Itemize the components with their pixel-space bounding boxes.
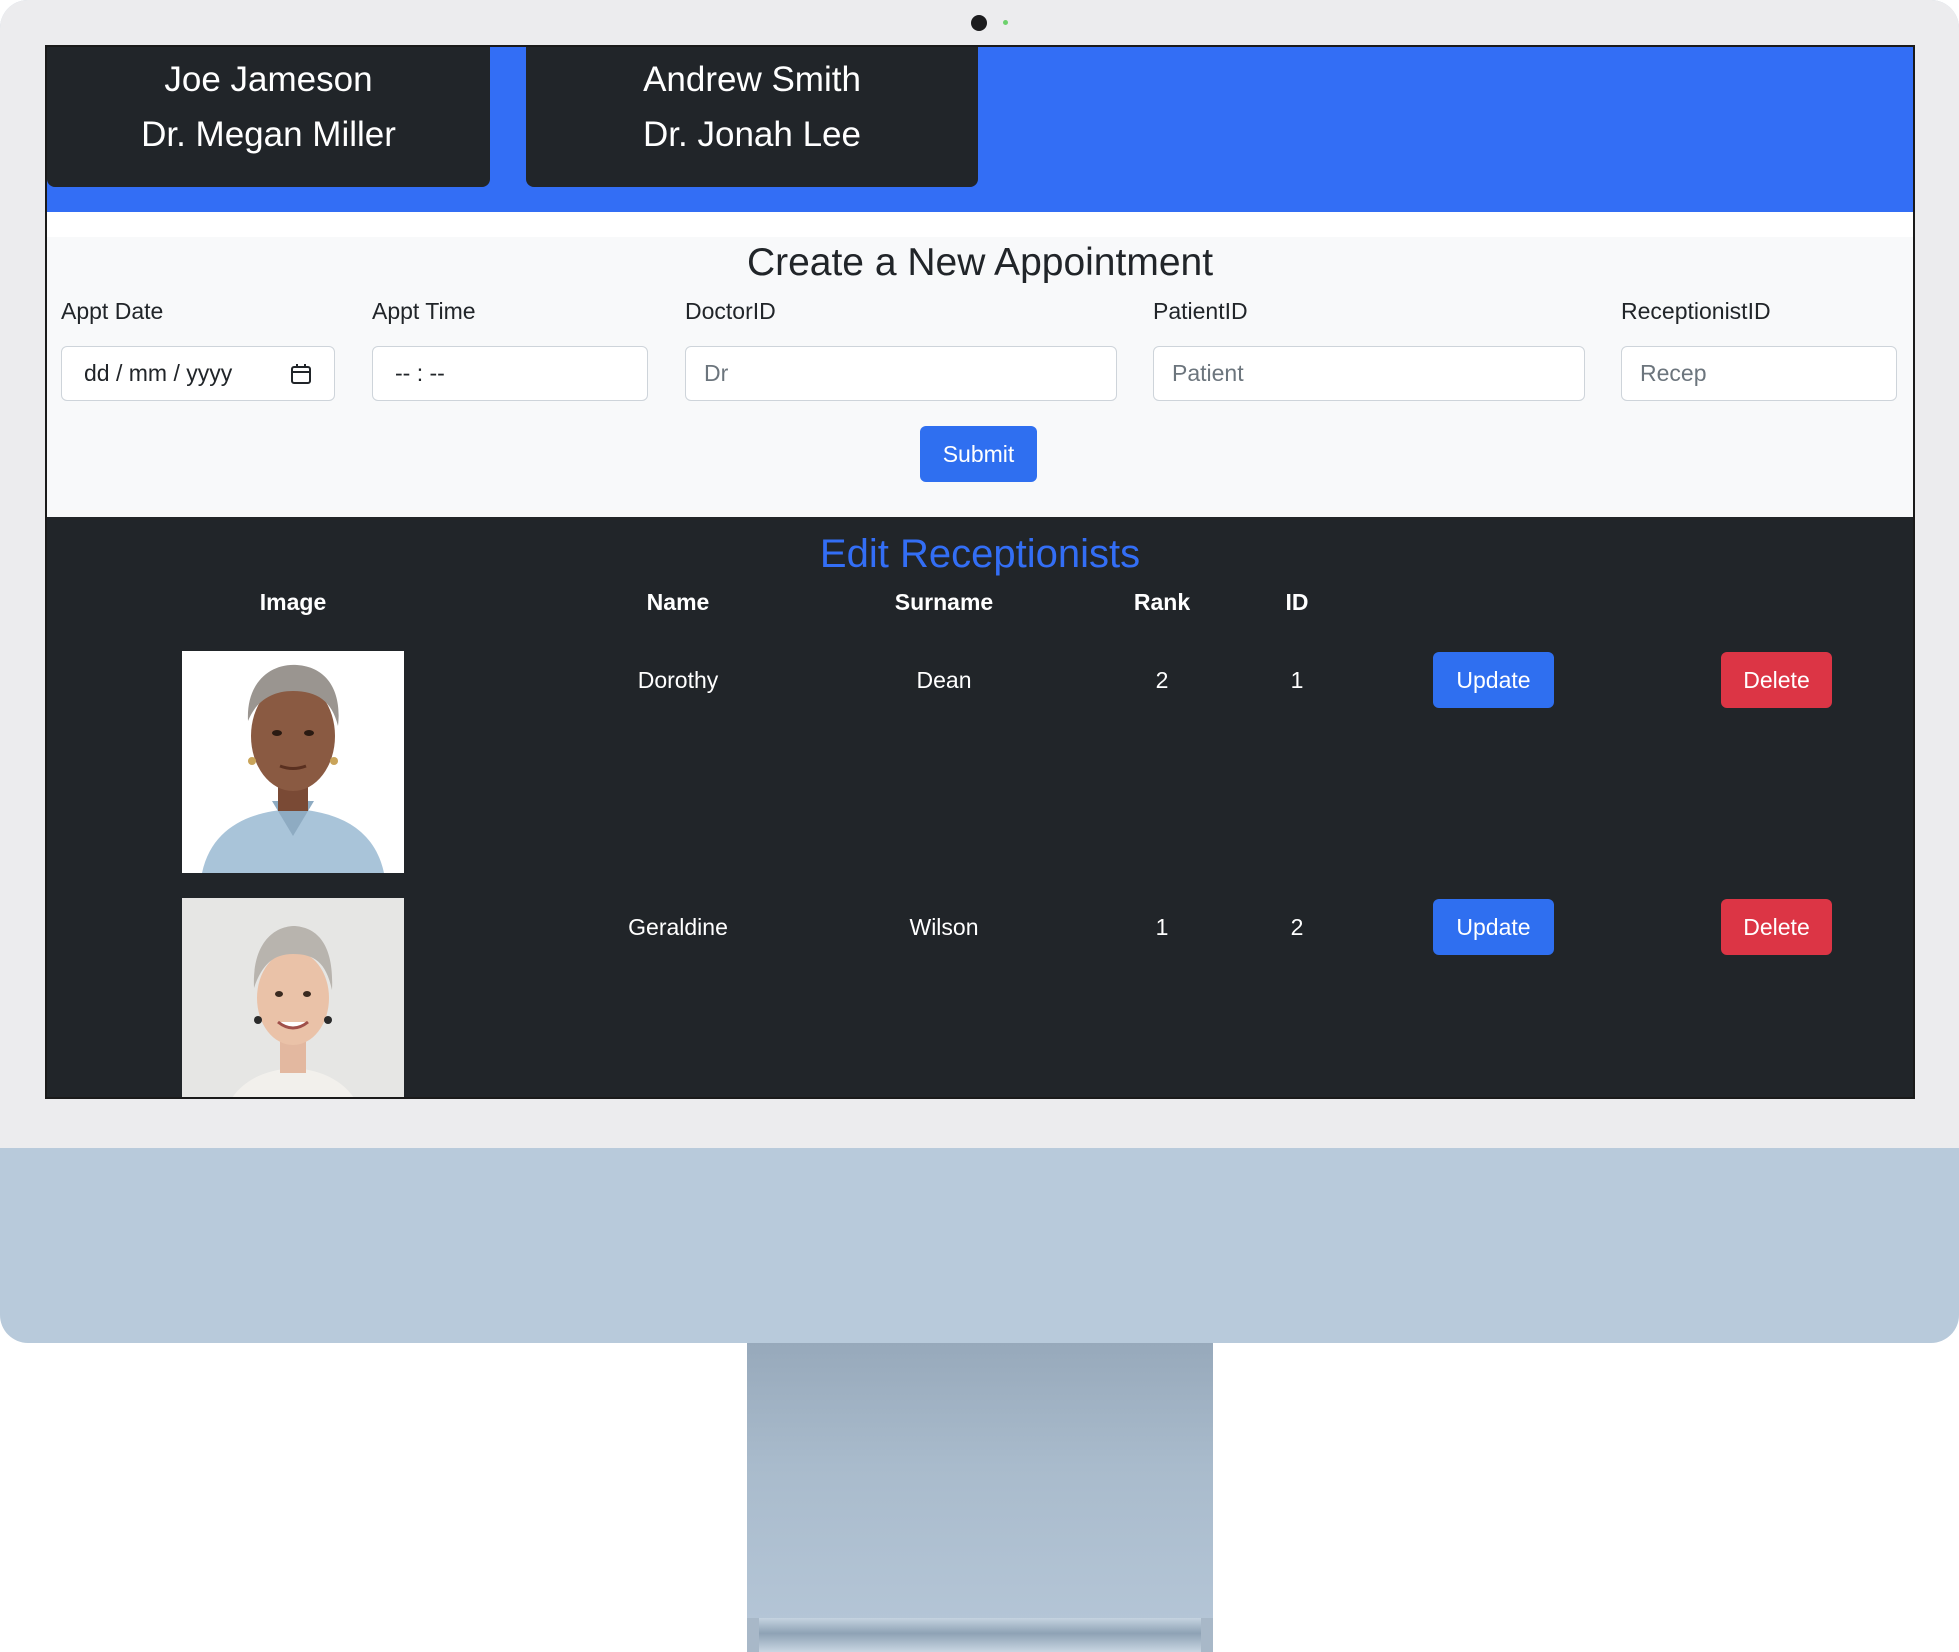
receptionist-surname: Wilson: [909, 914, 979, 940]
update-button[interactable]: Update: [1433, 899, 1554, 955]
receptionist-name: Dorothy: [637, 667, 719, 693]
appt-date-value: dd / mm / yyyy: [84, 360, 233, 386]
patient-id-input[interactable]: [1153, 346, 1585, 401]
appt-date-label: Appt Date: [61, 298, 164, 324]
table-title: Edit Receptionists: [819, 532, 1141, 576]
imac-stand-foot: [747, 1618, 1213, 1652]
receptionist-id-input[interactable]: [1621, 346, 1897, 401]
appt-time-input[interactable]: -- : --: [372, 346, 648, 401]
receptionist-id: 2: [1290, 914, 1304, 940]
receptionist-photo: [182, 651, 404, 873]
column-header-surname: Surname: [894, 589, 994, 615]
patient-id-label: PatientID: [1153, 298, 1248, 324]
camera-icon: [971, 15, 987, 31]
delete-button[interactable]: Delete: [1721, 652, 1832, 708]
update-button[interactable]: Update: [1433, 652, 1554, 708]
column-header-image: Image: [259, 589, 327, 615]
receptionist-surname: Dean: [916, 667, 972, 693]
column-header-id: ID: [1285, 589, 1309, 615]
doctor-id-label: DoctorID: [685, 298, 776, 324]
appointment-card[interactable]: Andrew Smith Dr. Jonah Lee: [526, 47, 978, 187]
receptionists-table: Edit Receptionists Image Name Surname Ra…: [47, 517, 1913, 1097]
doctor-id-input[interactable]: [685, 346, 1117, 401]
submit-button[interactable]: Submit: [920, 426, 1037, 482]
appointment-form: Create a New Appointment Appt Date dd / …: [47, 237, 1913, 517]
camera-indicator-light: [1003, 20, 1008, 25]
calendar-icon[interactable]: [290, 363, 312, 385]
appointments-banner: Joe Jameson Dr. Megan Miller Andrew Smit…: [47, 47, 1913, 212]
avatar: [182, 651, 404, 873]
form-title: Create a New Appointment: [746, 241, 1214, 284]
appt-time-value: -- : --: [395, 360, 445, 386]
avatar: [182, 898, 404, 1097]
screen-bezel: Joe Jameson Dr. Megan Miller Andrew Smit…: [0, 0, 1959, 1148]
receptionist-photo: [182, 898, 404, 1097]
appt-date-input[interactable]: dd / mm / yyyy: [61, 346, 335, 401]
appointment-card[interactable]: Joe Jameson Dr. Megan Miller: [47, 47, 490, 187]
receptionist-rank: 1: [1155, 914, 1169, 940]
imac-body: Joe Jameson Dr. Megan Miller Andrew Smit…: [0, 0, 1959, 1343]
column-header-rank: Rank: [1133, 589, 1191, 615]
receptionist-id: 1: [1290, 667, 1304, 693]
column-header-name: Name: [646, 589, 710, 615]
card-patient-name: Joe Jameson: [164, 60, 373, 99]
card-doctor-name: Dr. Megan Miller: [141, 115, 396, 154]
receptionist-id-label: ReceptionistID: [1621, 298, 1771, 324]
receptionist-rank: 2: [1155, 667, 1169, 693]
delete-button[interactable]: Delete: [1721, 899, 1832, 955]
card-patient-name: Andrew Smith: [643, 60, 861, 99]
browser-viewport: Joe Jameson Dr. Megan Miller Andrew Smit…: [45, 45, 1915, 1099]
receptionist-name: Geraldine: [628, 914, 728, 940]
appt-time-label: Appt Time: [372, 298, 476, 324]
imac-stand: [747, 1343, 1213, 1652]
card-doctor-name: Dr. Jonah Lee: [643, 115, 861, 154]
